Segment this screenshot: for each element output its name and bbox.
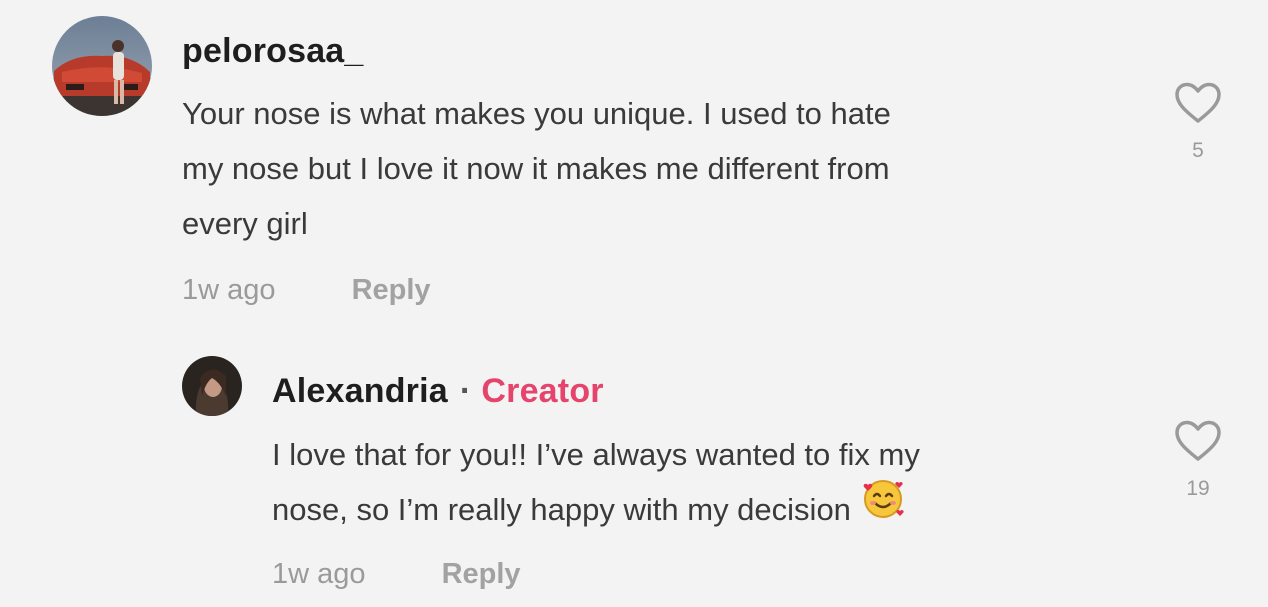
heart-icon [1175,82,1221,123]
like-button[interactable]: 5 [1168,82,1228,163]
creator-badge: Creator [481,372,604,410]
comment-meta: 1w ago Reply [182,274,431,307]
smiling-face-with-hearts-icon [861,477,905,538]
like-button[interactable]: 19 [1168,420,1228,501]
reply-username[interactable]: Alexandria [272,372,448,410]
reply-text-line: I love that for you!! I’ve always wanted… [272,437,920,472]
avatar-photo [52,16,152,116]
reply-text: I love that for you!! I’ve always wanted… [272,427,1152,538]
separator-dot: · [459,372,472,410]
comment-text-line: every girl [182,206,308,241]
comment-text-line: Your nose is what makes you unique. I us… [182,96,891,131]
like-count: 19 [1186,477,1210,500]
reply-button[interactable]: Reply [352,274,431,306]
heart-icon [1175,420,1221,461]
avatar[interactable] [52,16,152,116]
reply-text-line: nose, so I’m really happy with my decisi… [272,492,851,527]
reply-timestamp: 1w ago [272,558,366,590]
comment-text-line: my nose but I love it now it makes me di… [182,151,890,186]
comment-text: Your nose is what makes you unique. I us… [182,86,1142,251]
comment-username[interactable]: pelorosaa_ [182,32,364,71]
avatar[interactable] [182,356,242,416]
avatar-photo [182,356,242,416]
reply-header: Alexandria · Creator [272,372,604,411]
comment-timestamp: 1w ago [182,274,276,306]
like-count: 5 [1192,139,1204,162]
reply-button[interactable]: Reply [442,558,521,590]
reply-meta: 1w ago Reply [272,558,521,591]
